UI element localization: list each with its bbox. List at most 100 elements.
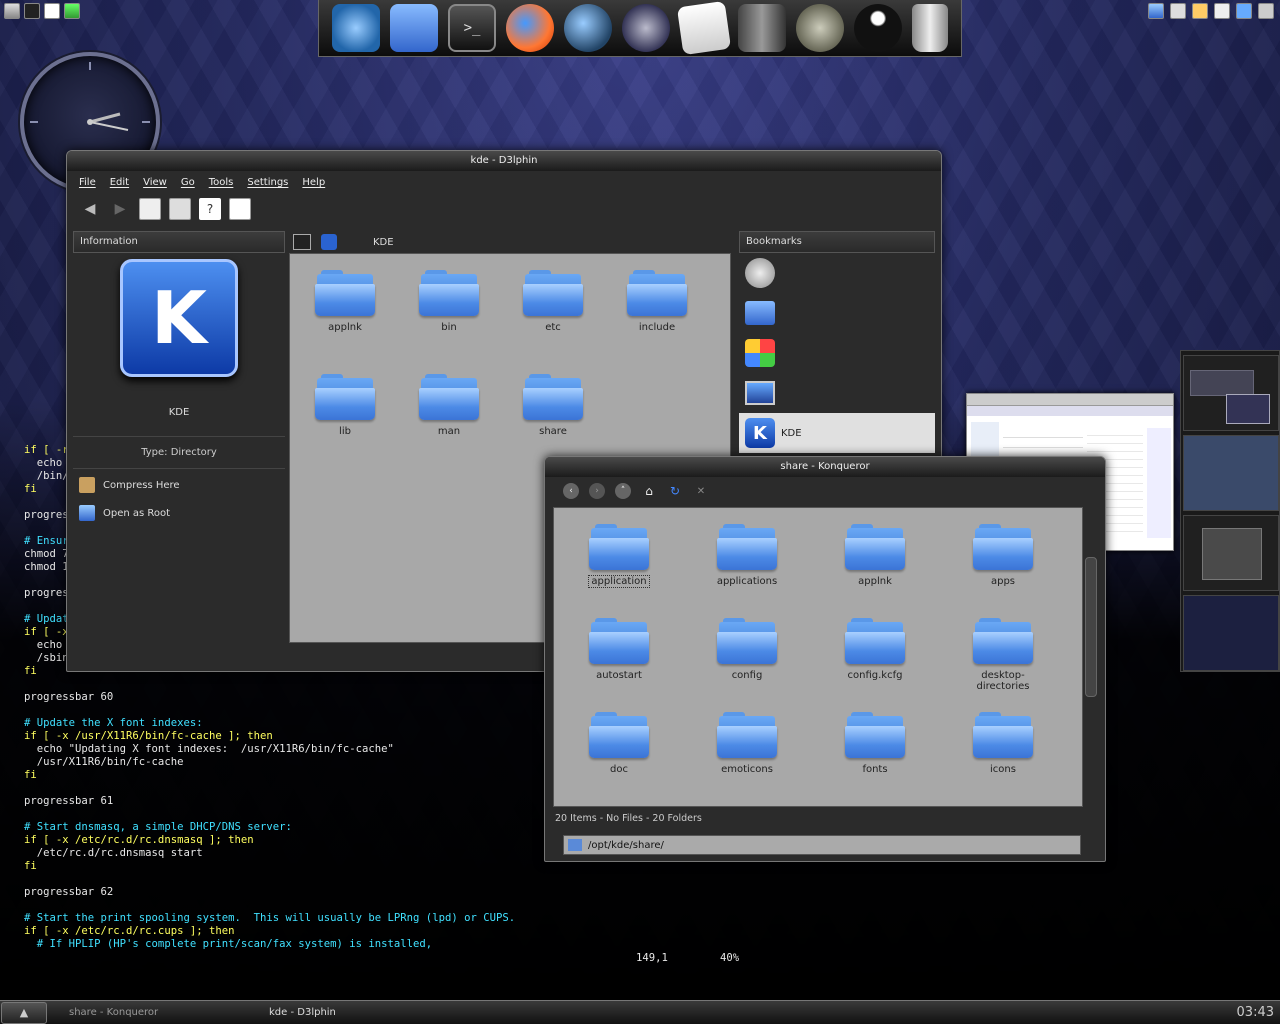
gimp-icon[interactable]: [796, 4, 844, 52]
folder-item[interactable]: applnk: [300, 270, 390, 333]
globe-icon[interactable]: [332, 4, 380, 52]
task-konqueror[interactable]: share - Konqueror: [55, 1002, 255, 1024]
root-folder-icon: [79, 505, 95, 521]
split-view-icon[interactable]: [229, 198, 251, 220]
menu-file[interactable]: File: [79, 177, 96, 188]
bookmark-network[interactable]: [739, 333, 935, 373]
terminal-line: # Start the print spooling system. This …: [24, 912, 516, 924]
terminal-icon[interactable]: >_: [448, 4, 496, 52]
pager-desktop-1[interactable]: [1183, 355, 1279, 431]
folder-icon: [845, 712, 905, 758]
server-icon[interactable]: [738, 4, 786, 52]
folder-item[interactable]: fonts: [830, 712, 920, 775]
folder-item[interactable]: doc: [574, 712, 664, 775]
firefox-icon[interactable]: [506, 4, 554, 52]
bookmark-harddisk[interactable]: [739, 253, 935, 293]
menu-go[interactable]: Go: [181, 177, 195, 188]
konqueror-titlebar[interactable]: share - Konqueror: [545, 457, 1105, 477]
desktop-pager[interactable]: [1180, 350, 1280, 672]
back-icon[interactable]: ◀: [79, 198, 101, 220]
home-icon[interactable]: ⌂: [641, 483, 657, 499]
pager-desktop-2[interactable]: [1183, 435, 1279, 511]
konqueror-file-view[interactable]: application applications applnk apps autosta…: [553, 507, 1083, 807]
folder-label: share: [539, 426, 567, 437]
konqueror-scrollbar[interactable]: [1085, 557, 1097, 697]
home-folder-icon[interactable]: [390, 4, 438, 52]
reload-icon[interactable]: ↻: [667, 483, 683, 499]
folder-item[interactable]: application: [574, 524, 664, 588]
kmenu-button[interactable]: ▲: [1, 1001, 47, 1024]
folder-item[interactable]: apps: [958, 524, 1048, 587]
folder-item[interactable]: autostart: [574, 618, 664, 681]
trash-icon[interactable]: [912, 4, 948, 52]
folder-item[interactable]: share: [508, 374, 598, 437]
dolphin-location-bar[interactable]: KDE: [289, 231, 731, 253]
folder-item[interactable]: applications: [702, 524, 792, 587]
help-icon[interactable]: [44, 3, 60, 19]
pager-desktop-4[interactable]: [1183, 595, 1279, 671]
home-icon: [745, 301, 775, 325]
folder-label: lib: [339, 426, 351, 437]
amarok-icon[interactable]: [622, 4, 670, 52]
folder-item[interactable]: config.kcfg: [830, 618, 920, 681]
icons-view-icon[interactable]: [139, 198, 161, 220]
mail-icon[interactable]: [1170, 3, 1186, 19]
folder-item[interactable]: include: [612, 270, 702, 333]
pen-icon[interactable]: [1192, 3, 1208, 19]
bookmark-kde[interactable]: K KDE: [739, 413, 935, 453]
back-icon[interactable]: ‹: [563, 483, 579, 499]
terminal-line: /etc/rc.d/rc.dnsmasq start: [24, 847, 203, 859]
pager-desktop-3[interactable]: [1183, 515, 1279, 591]
menu-settings[interactable]: Settings: [247, 177, 288, 188]
clipboard-icon[interactable]: [1214, 3, 1230, 19]
details-view-icon[interactable]: [169, 198, 191, 220]
folder-item[interactable]: icons: [958, 712, 1048, 775]
folder-icon: [845, 618, 905, 664]
konqueror-toolbar: ‹ › ˄ ⌂ ↻ ✕: [545, 477, 1105, 505]
stop-icon[interactable]: ✕: [693, 483, 709, 499]
inkscape-icon[interactable]: [854, 4, 902, 52]
text-editor-icon[interactable]: [676, 0, 732, 56]
menu-tools[interactable]: Tools: [209, 177, 234, 188]
folder-item[interactable]: emoticons: [702, 712, 792, 775]
folder-label: applnk: [328, 322, 362, 333]
desktop-icon[interactable]: [4, 3, 20, 19]
task-dolphin[interactable]: kde - D3lphin: [255, 1002, 350, 1024]
folder-item[interactable]: desktop-directories: [958, 618, 1048, 692]
forward-icon[interactable]: ▶: [109, 198, 131, 220]
action-compress[interactable]: Compress Here: [73, 469, 285, 497]
folder-item[interactable]: applnk: [830, 524, 920, 587]
update-icon[interactable]: [64, 3, 80, 19]
taskbar-clock[interactable]: 03:43: [1237, 1005, 1280, 1020]
forward-icon[interactable]: ›: [589, 483, 605, 499]
network-icon[interactable]: [1258, 3, 1274, 19]
folder-item[interactable]: etc: [508, 270, 598, 333]
folder-item[interactable]: config: [702, 618, 792, 681]
bookmark-computer[interactable]: [739, 373, 935, 413]
view-mode-icon[interactable]: [293, 234, 311, 250]
help-button-icon[interactable]: ?: [199, 198, 221, 220]
folder-item[interactable]: bin: [404, 270, 494, 333]
up-icon[interactable]: ˄: [615, 483, 631, 499]
dolphin-titlebar[interactable]: kde - D3lphin: [67, 151, 941, 171]
calendar-icon[interactable]: [1236, 3, 1252, 19]
bookmark-kde-label: KDE: [781, 427, 802, 439]
folder-item[interactable]: lib: [300, 374, 390, 437]
terminal-small-icon[interactable]: [24, 3, 40, 19]
volume-icon[interactable]: [1148, 3, 1164, 19]
konqueror-window[interactable]: share - Konqueror ‹ › ˄ ⌂ ↻ ✕ applicatio…: [544, 456, 1106, 862]
harddisk-icon: [745, 258, 775, 288]
thunderbird-icon[interactable]: [564, 4, 612, 52]
konqueror-location-field[interactable]: /opt/kde/share/: [563, 835, 1081, 855]
bookmark-home[interactable]: [739, 293, 935, 333]
folder-label: autostart: [596, 670, 642, 681]
breadcrumb-kde[interactable]: KDE: [373, 237, 394, 248]
action-open-as-root[interactable]: Open as Root: [73, 497, 285, 529]
menu-edit[interactable]: Edit: [110, 177, 129, 188]
menu-help[interactable]: Help: [302, 177, 325, 188]
folder-item[interactable]: man: [404, 374, 494, 437]
selected-item-type: Type: Directory: [141, 447, 217, 458]
folder-icon: [845, 524, 905, 570]
menu-view[interactable]: View: [143, 177, 167, 188]
